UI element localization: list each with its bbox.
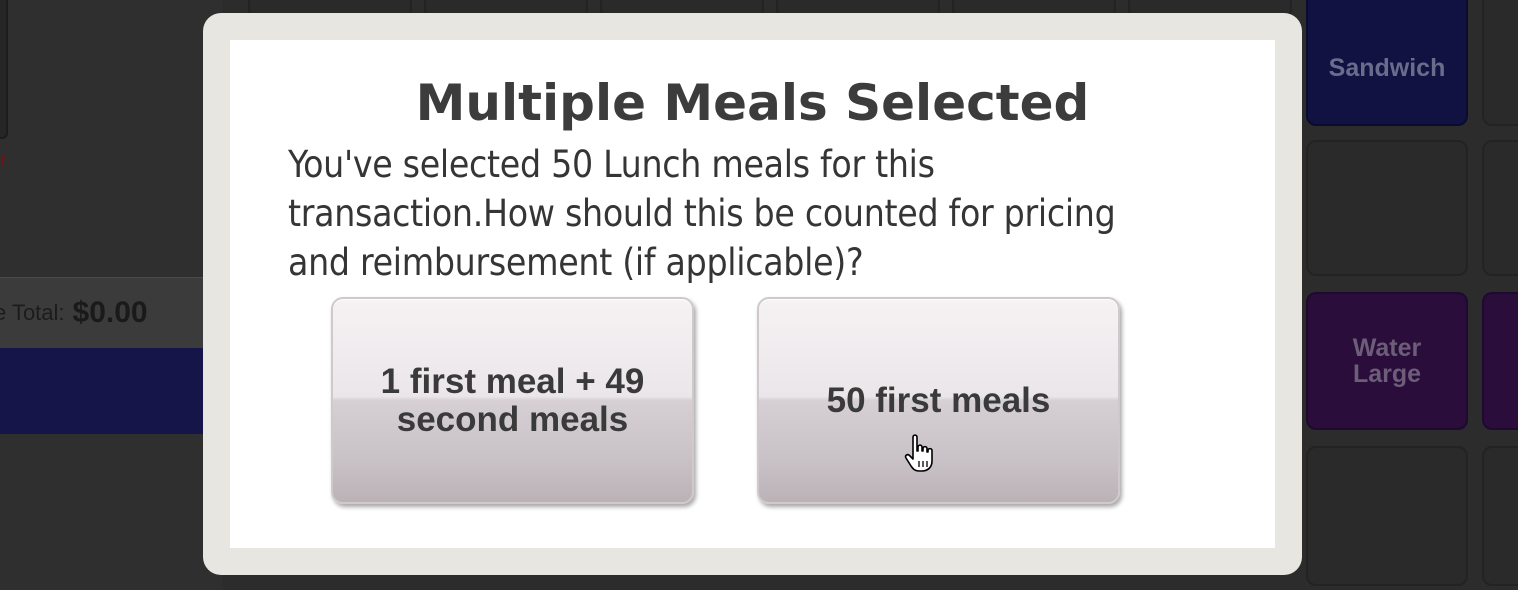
option-1-label: 1 first meal + 49 second meals xyxy=(380,361,645,439)
order-panel-box xyxy=(0,0,8,139)
tile-water-large[interactable]: Water Large xyxy=(1306,292,1468,430)
menu-tile[interactable] xyxy=(1482,292,1518,430)
tile-sandwich[interactable]: Sandwich xyxy=(1306,0,1468,126)
checkout-button[interactable] xyxy=(0,348,215,434)
warning-text-fragment: n xyxy=(0,150,6,170)
menu-tile[interactable] xyxy=(1306,140,1468,276)
tile-sandwich-label: Sandwich xyxy=(1328,53,1446,82)
option-2-label: 50 first meals xyxy=(826,380,1051,420)
total-bar: e Total: $0.00 xyxy=(0,277,205,348)
dialog-message: You've selected 50 Lunch meals for this … xyxy=(288,143,1116,284)
tile-water-label-line2: Large xyxy=(1352,360,1422,388)
hand-pointer-icon xyxy=(904,434,933,472)
order-panel: n e Total: $0.00 xyxy=(0,0,222,590)
tile-water-label-line1: Water xyxy=(1352,333,1422,362)
pos-screen: n e Total: $0.00 Sandwich Water Large Mu… xyxy=(0,0,1518,590)
option-first-plus-second-meals-button[interactable]: 1 first meal + 49 second meals xyxy=(331,297,694,504)
menu-tile[interactable] xyxy=(1306,446,1468,586)
total-label: e Total: xyxy=(0,300,65,325)
total-value: $0.00 xyxy=(72,296,148,329)
dialog-title: Multiple Meals Selected xyxy=(415,74,1090,132)
menu-tile[interactable] xyxy=(1482,0,1518,126)
menu-tile[interactable] xyxy=(1482,446,1518,586)
menu-tile[interactable] xyxy=(1482,140,1518,276)
